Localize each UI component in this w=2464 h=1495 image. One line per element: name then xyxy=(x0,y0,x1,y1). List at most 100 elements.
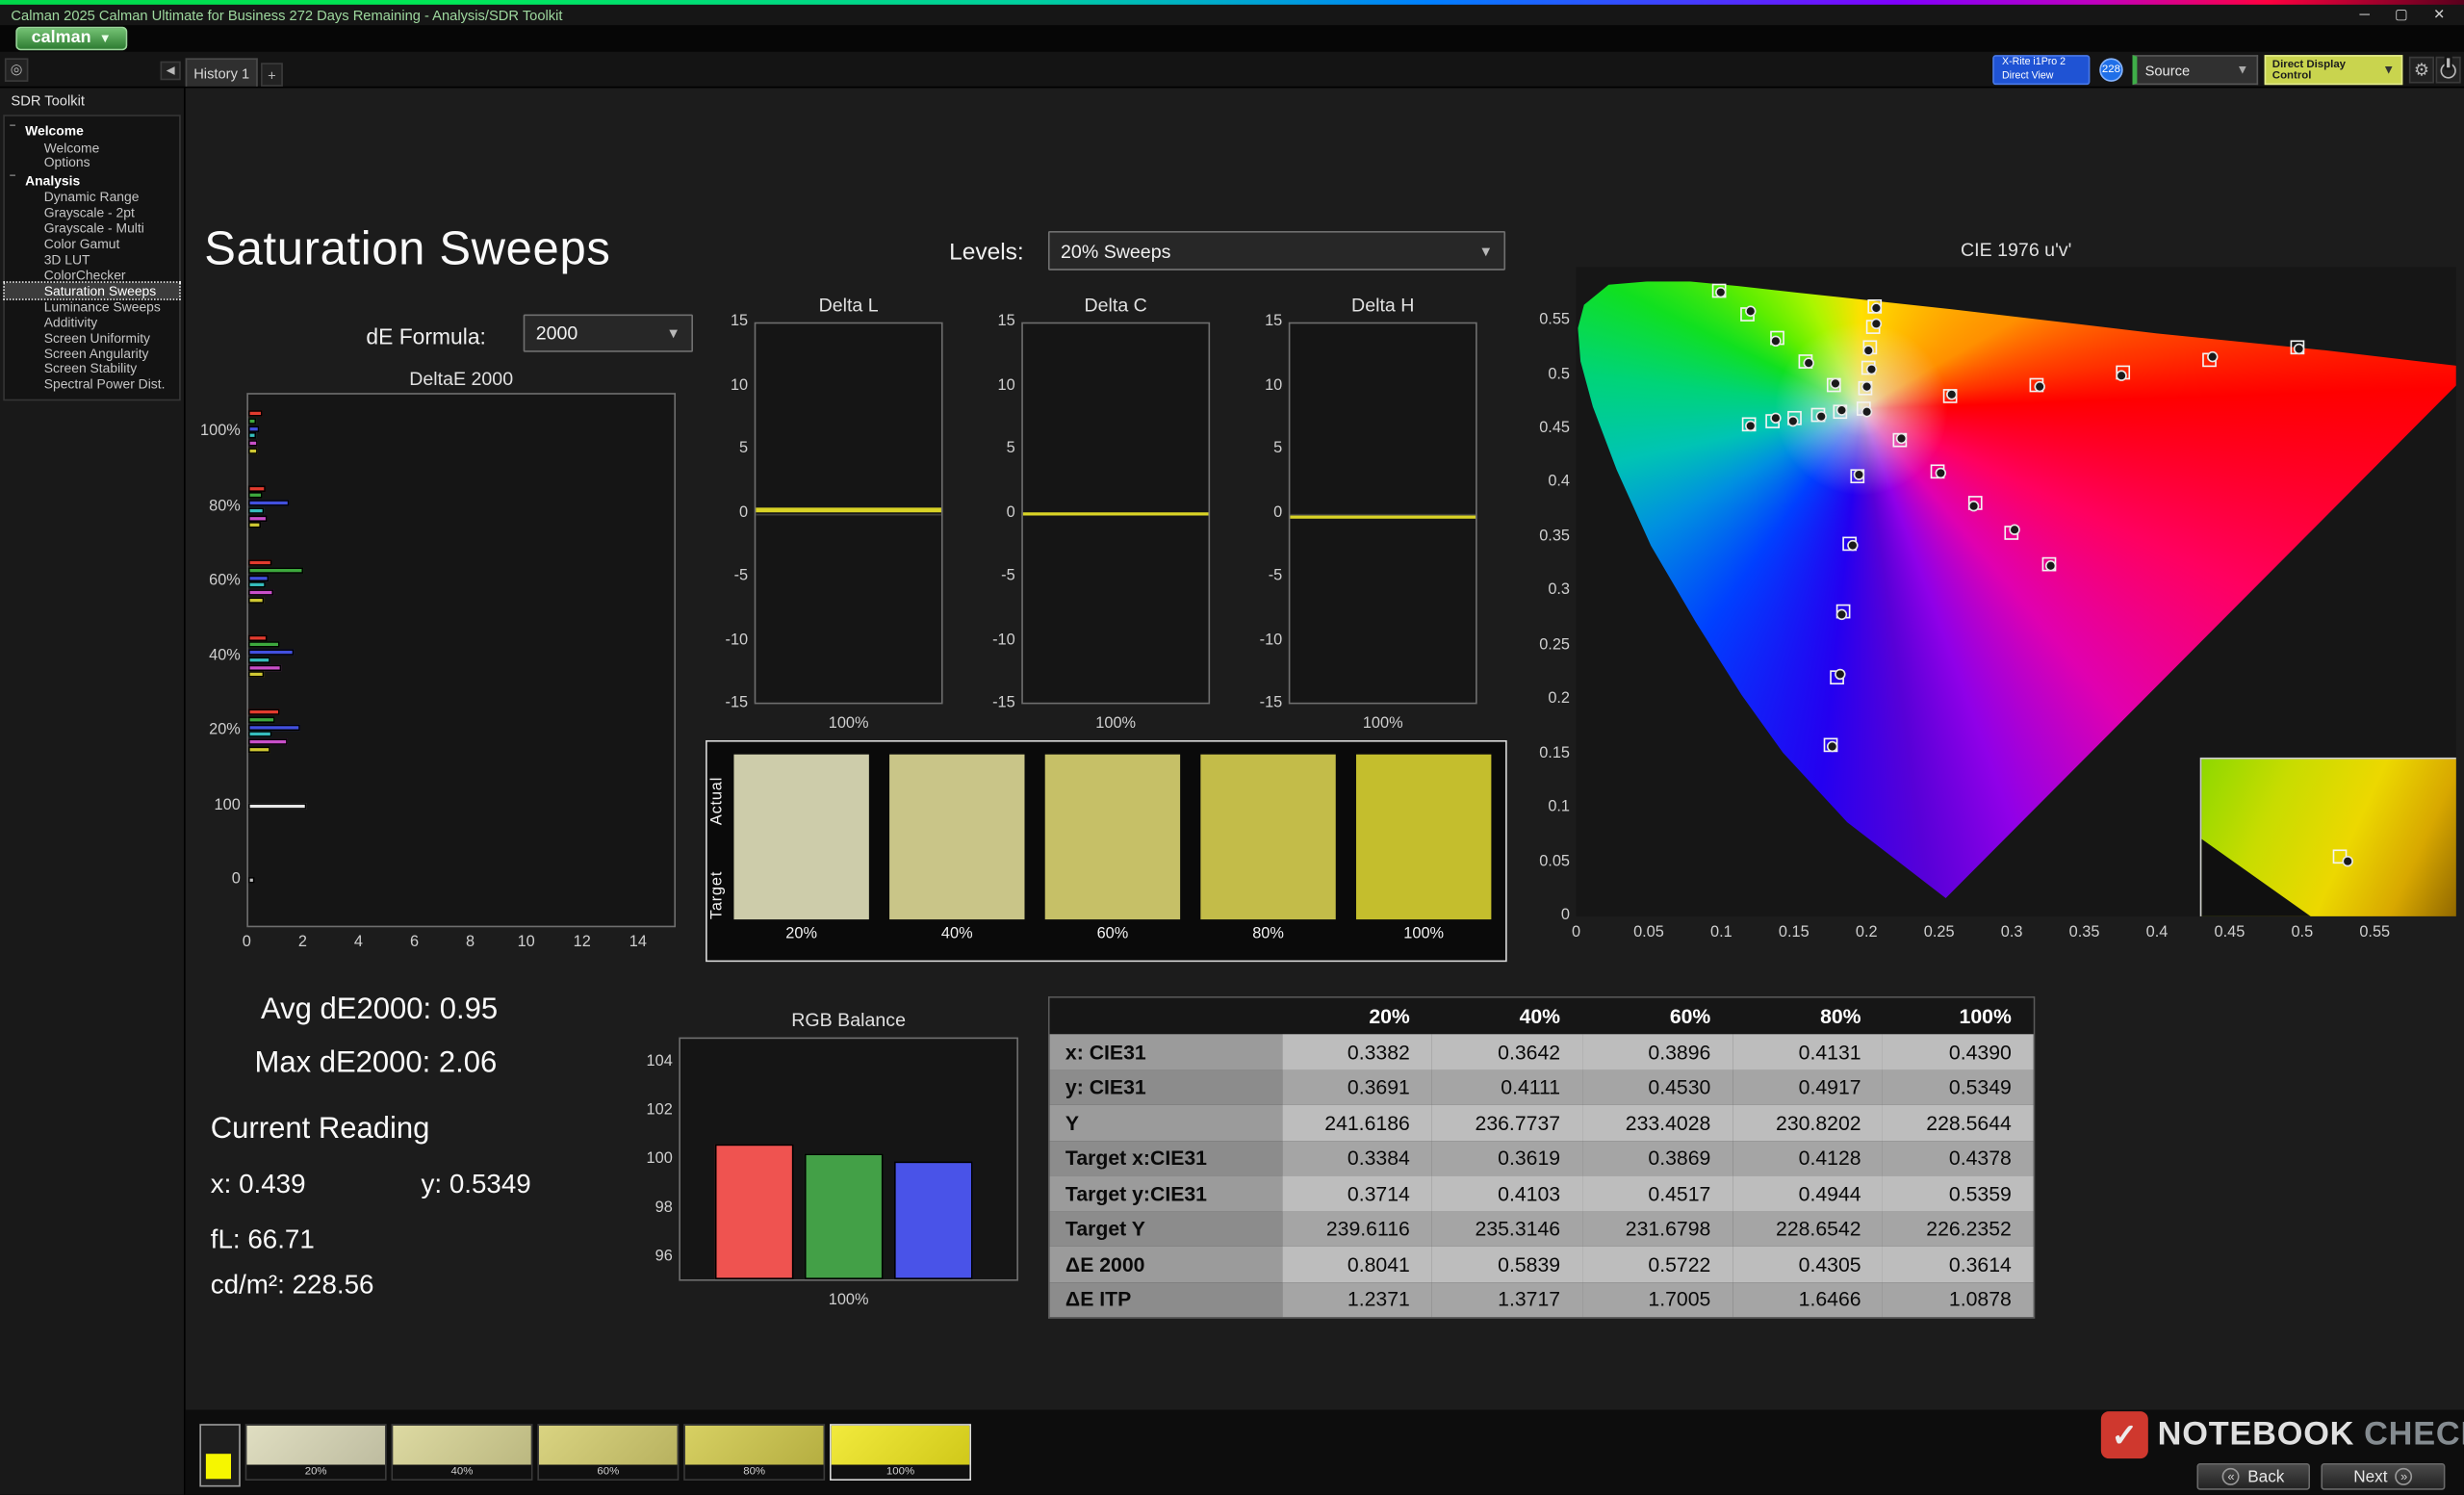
table-header-row: 20% 40% 60% 80% 100% xyxy=(1049,997,2034,1035)
table-cell: 1.3717 xyxy=(1431,1281,1582,1318)
sidebar-item-saturation-sweeps[interactable]: Saturation Sweeps xyxy=(3,281,181,301)
collapse-sidebar-button[interactable]: ◀ xyxy=(160,61,181,81)
deltae-x-tick: 8 xyxy=(466,933,475,951)
table-cell: 0.4131 xyxy=(1732,1034,1884,1070)
deltae-bar xyxy=(247,716,275,723)
table-cell: 231.6798 xyxy=(1581,1210,1733,1247)
deltae-bar xyxy=(247,596,265,604)
chevron-down-icon: ▼ xyxy=(2236,63,2249,77)
table-cell: 0.3382 xyxy=(1281,1034,1432,1070)
thumbnail-20[interactable]: 20% xyxy=(244,1424,387,1481)
source-dropdown[interactable]: Source ▼ xyxy=(2132,55,2259,86)
deltae-bar xyxy=(247,641,279,649)
deltae-bar xyxy=(247,581,266,589)
deltae-x-tick: 14 xyxy=(629,933,647,951)
delta-c-y-tick: -10 xyxy=(992,631,1015,649)
sidebar-item-3d-lut[interactable]: 3D LUT xyxy=(5,252,179,268)
cie-x-tick: 0.3 xyxy=(2000,923,2023,941)
sidebar-item-screen-uniformity[interactable]: Screen Uniformity xyxy=(5,330,179,346)
delta-h-chart: Delta H 15 10 5 0 -5 -10 -15 100% xyxy=(1242,291,1525,755)
thumbnail-80[interactable]: 80% xyxy=(683,1424,826,1481)
deltae-group-label: 80% xyxy=(209,497,241,515)
table-row-x-cie31: x: CIE31 0.3382 0.3642 0.3896 0.4131 0.4390 xyxy=(1049,1034,2034,1070)
table-header-corner xyxy=(1050,998,1282,1035)
thumbnail-60[interactable]: 60% xyxy=(537,1424,680,1481)
deltae-bar xyxy=(247,663,282,671)
cie-measured-marker-yellow xyxy=(1861,381,1873,393)
deltae-bar xyxy=(247,440,258,447)
back-button[interactable]: « Back xyxy=(2196,1462,2310,1490)
sidebar-item-grayscale-multi[interactable]: Grayscale - Multi xyxy=(5,221,179,237)
table-cell: 0.4305 xyxy=(1732,1246,1884,1282)
deltae-bar xyxy=(247,724,301,731)
thumbnail-swatch xyxy=(246,1425,385,1465)
rgb-y-tick: 104 xyxy=(646,1052,673,1070)
rgb-balance-chart: RGB Balance 104 102 100 98 96 100% xyxy=(629,1006,1037,1321)
sidebar-item-spectral-power-dist[interactable]: Spectral Power Dist. xyxy=(5,377,179,393)
table-row-target-y-cie31: Target y:CIE31 0.3714 0.4103 0.4517 0.4944 0.… xyxy=(1049,1175,2034,1211)
reading-badge[interactable]: 228 xyxy=(2099,58,2123,82)
display-control-dropdown[interactable]: Direct Display Control ▼ xyxy=(2264,55,2403,86)
cie-measured-marker-cyan xyxy=(1787,416,1799,427)
cie-x-tick: 0.55 xyxy=(2359,923,2391,941)
calman-menu-button[interactable]: calman ▼ xyxy=(15,26,127,51)
sidebar-item-additivity[interactable]: Additivity xyxy=(5,315,179,330)
cie-title: CIE 1976 u'v' xyxy=(1961,239,2072,262)
deltae-bar xyxy=(247,432,257,440)
cie-y-tick: 0.15 xyxy=(1539,744,1571,762)
de-formula-value: 2000 xyxy=(535,322,578,345)
sidebar-item-color-gamut[interactable]: Color Gamut xyxy=(5,237,179,252)
table-row-label: Y xyxy=(1049,1104,1282,1141)
current-y-readout: y: 0.5349 xyxy=(421,1169,531,1199)
sidebar-item-screen-stability[interactable]: Screen Stability xyxy=(5,361,179,376)
sidebar-item-colorchecker[interactable]: ColorChecker xyxy=(5,268,179,283)
mini-patch-thumbnail[interactable] xyxy=(199,1424,241,1487)
meter-button[interactable]: X-Rite i1Pro 2 Direct View xyxy=(1992,55,2091,86)
cie-measured-marker-green xyxy=(1745,305,1758,318)
new-tab-button[interactable]: + xyxy=(261,63,283,87)
sidebar-item-screen-angularity[interactable]: Screen Angularity xyxy=(5,346,179,361)
delta-h-y-tick: 10 xyxy=(1265,376,1283,394)
deltae-x-tick: 12 xyxy=(573,933,591,951)
sidebar-section-welcome[interactable]: Welcome xyxy=(5,121,179,141)
de-formula-select[interactable]: 2000 ▼ xyxy=(523,314,693,352)
next-button[interactable]: Next » xyxy=(2321,1462,2446,1490)
cie-measured-marker-yellow xyxy=(1870,301,1883,314)
table-row-y: Y 241.6186 236.7737 233.4028 230.8202 228.564… xyxy=(1049,1104,2034,1141)
table-row-label: Target Y xyxy=(1049,1210,1282,1247)
sidebar-item-grayscale-2pt[interactable]: Grayscale - 2pt xyxy=(5,205,179,220)
maximize-button[interactable]: ▢ xyxy=(2395,7,2408,24)
sidebar-item-dynamic-range[interactable]: Dynamic Range xyxy=(5,190,179,205)
panel-toggle-button[interactable]: ◎ xyxy=(4,58,29,82)
sidebar-header: SDR Toolkit xyxy=(11,92,85,109)
deltae-bar xyxy=(247,802,306,809)
source-label: Source xyxy=(2144,62,2191,78)
tab-history-1[interactable]: History 1 xyxy=(185,58,258,87)
back-arrow-icon: « xyxy=(2222,1467,2241,1485)
table-cell: 0.3896 xyxy=(1581,1034,1733,1070)
table-header-40: 40% xyxy=(1519,1004,1561,1028)
cie-diagram: CIE 1976 u'v' 0 0.05 0.1 0.15 0.2 0.25 0.3 0.35… xyxy=(1529,236,2464,974)
swatch-80 xyxy=(1200,754,1336,920)
deltae-bar xyxy=(247,746,271,753)
close-button[interactable]: ✕ xyxy=(2433,7,2445,24)
delta-h-y-tick: -10 xyxy=(1259,631,1283,649)
sidebar-section-analysis[interactable]: Analysis xyxy=(5,171,179,191)
sidebar-item-options[interactable]: Options xyxy=(5,156,179,171)
sidebar-item-welcome[interactable]: Welcome xyxy=(5,140,179,155)
minimize-button[interactable]: ─ xyxy=(2360,7,2370,24)
max-de2000-readout: Max dE2000: 2.06 xyxy=(254,1046,498,1080)
thumbnail-100[interactable]: 100% xyxy=(830,1424,971,1481)
cie-measured-marker-magenta xyxy=(1967,500,1979,511)
settings-button[interactable]: ⚙ xyxy=(2408,56,2434,84)
cie-measured-marker-red xyxy=(2116,369,2128,381)
delta-c-x-label: 100% xyxy=(1095,714,1137,733)
notebookcheck-watermark: ✓ NOTEBOOKCHECK xyxy=(2100,1411,2464,1459)
levels-select[interactable]: 20% Sweeps ▼ xyxy=(1047,230,1506,271)
deltae-x-tick: 6 xyxy=(409,933,420,951)
deltae-bar xyxy=(247,410,263,418)
cie-plot-area xyxy=(1576,267,2456,916)
thumbnail-40[interactable]: 40% xyxy=(391,1424,533,1481)
power-button[interactable] xyxy=(2435,56,2461,84)
sidebar-item-luminance-sweeps[interactable]: Luminance Sweeps xyxy=(5,299,179,315)
